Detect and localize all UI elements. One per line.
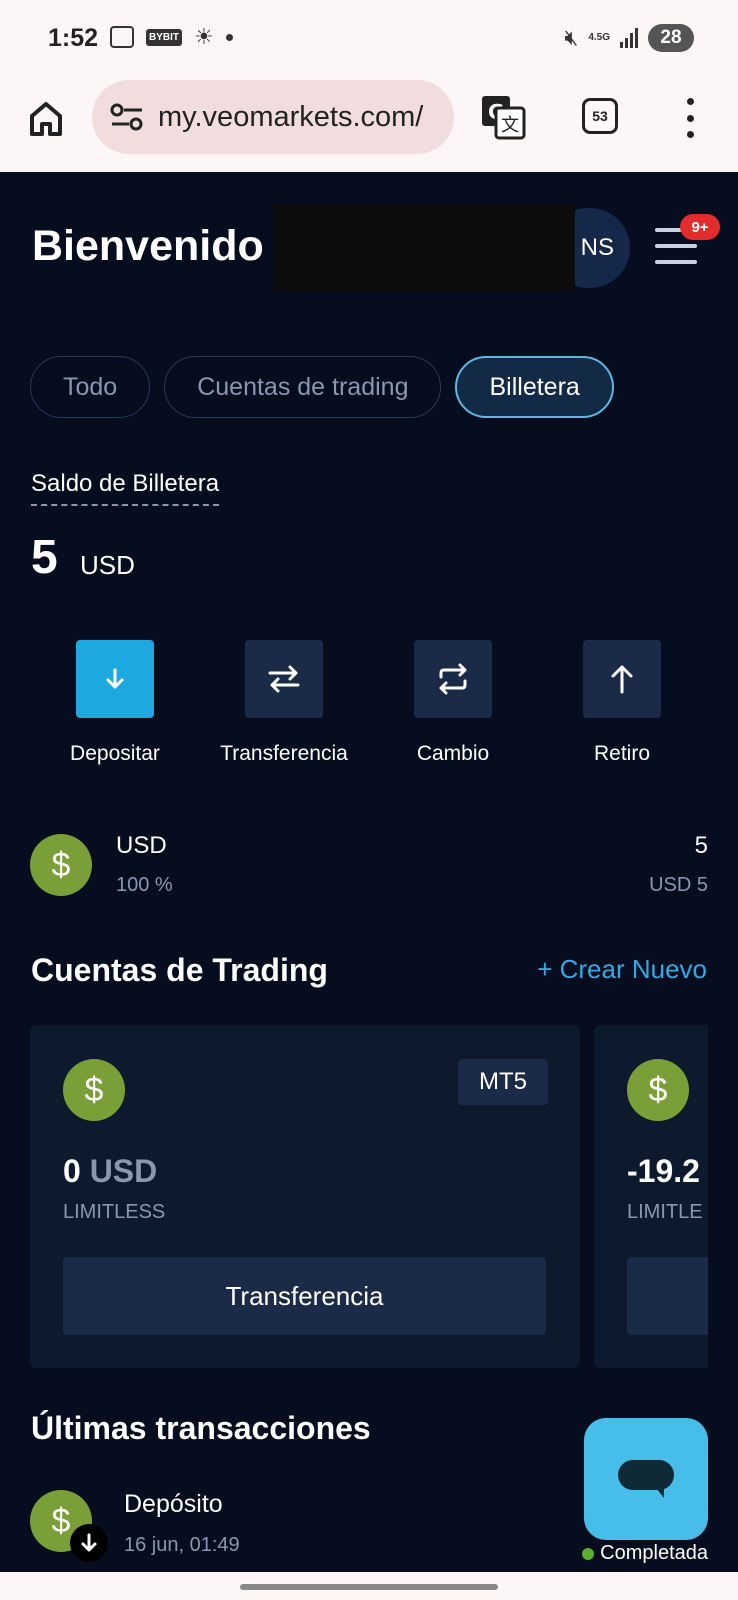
notification-badge: 9+ <box>680 214 720 240</box>
trading-accounts-carousel[interactable]: $ MT5 0 USD LIMITLESS Transferencia $ -1… <box>30 1025 708 1368</box>
create-new-account-link[interactable]: + Crear Nuevo <box>537 954 707 985</box>
network-type: 4.5G <box>588 32 610 43</box>
translate-icon[interactable]: G 文 <box>480 94 526 140</box>
status-time: 1:52 <box>48 24 99 52</box>
status-left-icons: BYBIT ☀ <box>110 26 233 48</box>
dollar-icon: $ <box>63 1059 125 1121</box>
exchange-button[interactable] <box>414 640 492 718</box>
withdraw-action[interactable]: Retiro <box>547 640 697 766</box>
svg-text:文: 文 <box>501 115 519 136</box>
address-bar[interactable]: my.veomarkets.com/ <box>92 80 454 154</box>
redacted-username <box>273 204 575 292</box>
chat-support-button[interactable] <box>584 1418 708 1540</box>
withdraw-label: Retiro <box>593 742 651 765</box>
deposit-arrow-icon <box>70 1524 108 1562</box>
currency-percent: 100 % <box>116 874 173 896</box>
deposit-label: Depositar <box>70 742 160 765</box>
welcome-title: Bienvenido <box>32 222 264 270</box>
transfer-action[interactable]: Transferencia <box>209 640 359 766</box>
tab-todo[interactable]: Todo <box>30 356 151 418</box>
currency-name: USD <box>116 832 167 859</box>
transaction-title: Depósito <box>124 1490 223 1518</box>
wallet-balance-label[interactable]: Saldo de Billetera <box>31 470 220 506</box>
app-header: Bienvenido NS 9+ <box>0 172 738 302</box>
status-right-icons: 🔇︎ 4.5G 28 <box>564 24 694 52</box>
wallet-balance-value: 5 <box>31 531 58 584</box>
url-text: my.veomarkets.com/ <box>158 100 424 133</box>
trading-account-card[interactable]: $ -19.2 LIMITLE <box>594 1025 708 1368</box>
deposit-button[interactable] <box>76 640 154 718</box>
account-balance-value: 0 <box>63 1153 81 1189</box>
more-options-icon[interactable] <box>684 98 696 138</box>
signal-icon <box>620 28 638 48</box>
transactions-title: Últimas transacciones <box>31 1410 371 1446</box>
arrow-up-icon <box>611 665 633 694</box>
account-type: LIMITLE <box>627 1201 703 1223</box>
status-bar: 1:52 BYBIT ☀ 🔇︎ 4.5G 28 <box>0 0 738 80</box>
exchange-label: Cambio <box>416 742 490 765</box>
transaction-date: 16 jun, 01:49 <box>124 1534 240 1556</box>
chat-icon <box>618 1460 674 1498</box>
mute-icon: 🔇︎ <box>564 25 579 50</box>
trading-account-card[interactable]: $ MT5 0 USD LIMITLESS Transferencia <box>30 1025 580 1368</box>
currency-row-usd[interactable]: $ USD 100 % 5 USD 5 <box>30 830 708 900</box>
site-settings-icon[interactable] <box>110 102 144 132</box>
wallet-balance-currency: USD <box>80 550 135 580</box>
arrow-down-icon <box>106 668 124 689</box>
transfer-label: Transferencia <box>220 742 348 765</box>
screenshot-icon <box>110 26 134 48</box>
currency-amount-usd: USD 5 <box>649 874 708 896</box>
transfer-button[interactable] <box>245 640 323 718</box>
tab-trading-accounts[interactable]: Cuentas de trading <box>164 356 442 418</box>
account-type: LIMITLESS <box>63 1201 166 1223</box>
account-balance: 0 USD <box>63 1153 157 1190</box>
exchange-icon <box>439 663 467 695</box>
filter-tabs: Todo Cuentas de trading Billetera <box>30 356 614 418</box>
transaction-status-label: Completada <box>600 1542 708 1564</box>
withdraw-button[interactable] <box>583 640 661 718</box>
currency-amount: 5 <box>694 832 708 859</box>
dollar-icon: $ <box>627 1059 689 1121</box>
brightness-icon: ☀ <box>194 24 214 49</box>
tab-switcher-button[interactable]: 53 <box>582 98 618 134</box>
account-transfer-button[interactable]: Transferencia <box>63 1257 546 1335</box>
system-nav-bar <box>0 1572 738 1600</box>
bybit-app-icon: BYBIT <box>146 28 182 46</box>
status-dot-icon <box>582 1547 595 1560</box>
home-icon[interactable] <box>26 98 66 138</box>
transaction-status: Completada <box>582 1542 708 1565</box>
trading-accounts-title: Cuentas de Trading <box>31 952 328 988</box>
account-balance: -19.2 <box>627 1153 700 1189</box>
gesture-handle[interactable] <box>240 1584 498 1590</box>
platform-badge: MT5 <box>458 1059 548 1105</box>
dollar-icon: $ <box>30 834 92 896</box>
swap-icon <box>268 665 300 693</box>
account-balance-currency: USD <box>89 1153 158 1189</box>
tab-wallet[interactable]: Billetera <box>455 356 614 418</box>
notification-dot-icon <box>225 33 233 41</box>
browser-toolbar: my.veomarkets.com/ G 文 53 <box>0 80 738 172</box>
battery-icon: 28 <box>648 24 694 52</box>
account-transfer-button[interactable] <box>627 1257 708 1335</box>
deposit-action[interactable]: Depositar <box>40 640 190 766</box>
exchange-action[interactable]: Cambio <box>378 640 528 766</box>
